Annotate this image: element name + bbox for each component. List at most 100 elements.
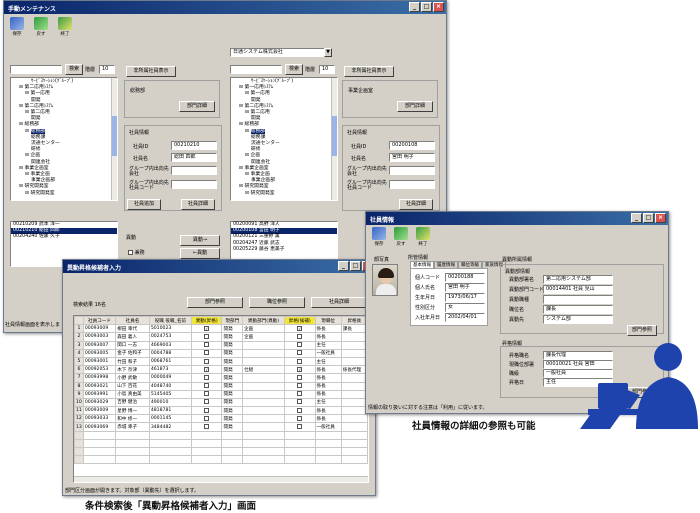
grid-checkbox[interactable] — [204, 358, 210, 364]
info-field[interactable]: システム部 — [543, 315, 613, 324]
info-field[interactable] — [543, 295, 613, 304]
grid-checkbox[interactable] — [204, 374, 210, 380]
save-tool[interactable]: 保存 — [370, 227, 388, 247]
grid-cell[interactable]: 係長 — [314, 365, 342, 375]
grid-cell[interactable]: 星野 博一 — [115, 406, 150, 416]
grid-cell[interactable] — [340, 332, 368, 342]
table-row[interactable] — [74, 446, 368, 457]
grid-cell[interactable]: 小島 真由美 — [115, 389, 150, 399]
table-row[interactable]: 6 00092053 木下 奈津 461873 ✓ 開発 仕組 ✓ 係長 係長代理 — [74, 365, 368, 375]
grid-header[interactable]: 役職 役職_名前 — [148, 316, 192, 326]
grid-cell[interactable] — [340, 356, 368, 367]
grid-cell[interactable] — [340, 397, 368, 408]
grid-cell[interactable]: 係長 — [314, 414, 342, 424]
grid-cell[interactable] — [190, 373, 223, 383]
grid-header[interactable]: 異動部門(異動) — [242, 316, 285, 326]
table-row[interactable]: 8 00093021 山下 百花 4048740 開発 係長 — [74, 381, 368, 391]
grid-cell[interactable] — [283, 381, 316, 391]
grid-checkbox[interactable] — [204, 415, 210, 421]
grid-cell[interactable] — [190, 397, 223, 408]
position-ref-button[interactable]: 職位参照 — [249, 297, 305, 308]
grid-cell[interactable]: 4048740 — [148, 381, 192, 391]
grid-cell[interactable]: 仕組 — [242, 365, 285, 375]
grid-cell[interactable] — [283, 406, 316, 416]
table-row[interactable]: 1 00093009 柳田 幸代 5010023 ✓ 開発 企画 ✓ 係長 課長 — [74, 324, 368, 334]
grid-cell[interactable]: 竹田 和子 — [115, 356, 150, 367]
left-add-emp-button[interactable]: 社員追加 — [127, 199, 161, 210]
grid-cell[interactable] — [340, 389, 368, 399]
right-org-tree[interactable]: ｻｰﾋﾞｽｹｰｼｮﾝ(ｸﾞﾙｰﾌﾟ) ⊟ 第一応用ｼｽﾃﾑ ⊟ 第一応用 開発 ⊟ 第… — [230, 77, 338, 201]
grid-cell[interactable] — [190, 422, 223, 432]
right-emp-detail-button[interactable]: 社員詳細 — [399, 199, 433, 210]
grid-cell[interactable]: 4818781 — [148, 406, 192, 416]
grid-header[interactable]: 社員名 — [115, 316, 150, 326]
right-search-input[interactable] — [230, 65, 282, 74]
grid-cell[interactable]: 00093029 — [82, 397, 117, 408]
tree-node[interactable]: ⊟ 研究開発室 — [233, 191, 335, 197]
grid-checkbox[interactable] — [204, 407, 210, 413]
grid-cell[interactable]: 企画 — [242, 324, 285, 334]
left-retire-button[interactable]: 非所属社員表示 — [126, 66, 176, 77]
grid-cell[interactable]: 赤城 幸子 — [115, 422, 150, 432]
grid-cell[interactable]: 課長 — [340, 324, 368, 334]
grid-cell[interactable]: 金子 佐和子 — [115, 348, 150, 358]
grid-cell[interactable] — [190, 381, 223, 391]
grid-cell[interactable]: 00093069 — [82, 422, 117, 432]
grid-cell[interactable]: 0001145 — [148, 414, 192, 424]
grid-cell[interactable]: 一般社員 — [314, 422, 342, 432]
grid-checkbox[interactable] — [297, 358, 303, 364]
grid-cell[interactable] — [242, 397, 285, 408]
grid-cell[interactable] — [283, 397, 316, 408]
grid-checkbox[interactable] — [297, 342, 303, 348]
grid-checkbox[interactable] — [204, 342, 210, 348]
table-row[interactable]: 5 00093001 竹田 和子 0068761 開発 主任 — [74, 356, 368, 367]
tab-item[interactable]: 履歴情報 — [434, 261, 458, 268]
table-row[interactable]: 10 00093029 吉野 健治 490010 開発 主任 — [74, 397, 368, 408]
grid-cell[interactable]: 一般社員 — [314, 348, 342, 358]
grid-header[interactable]: 異動(昇格) — [190, 316, 223, 326]
grid-checkbox[interactable] — [297, 383, 303, 389]
grid-cell[interactable] — [283, 356, 316, 367]
grid-cell[interactable]: 00093991 — [82, 389, 117, 399]
grid-cell[interactable] — [283, 414, 316, 424]
right-level-select[interactable]: 10 — [319, 65, 335, 74]
tree-node[interactable]: ⊟ 研究開発室 — [13, 191, 115, 197]
save-tool[interactable]: 保存 — [8, 17, 26, 37]
exit-tool[interactable]: 終了 — [414, 227, 432, 247]
grid-cell[interactable] — [242, 356, 285, 367]
grid-cell[interactable]: 開発 — [221, 324, 244, 334]
grid-cell[interactable] — [242, 422, 285, 432]
tab-item[interactable]: 基本情報 — [410, 261, 434, 268]
grid-cell[interactable] — [340, 414, 368, 424]
dept-ref-button[interactable]: 部門参照 — [187, 297, 243, 308]
grid-cell[interactable]: 00093009 — [82, 324, 117, 334]
right-tree-scrollbar[interactable] — [331, 78, 337, 200]
grid-cell[interactable] — [340, 348, 368, 358]
grid-cell[interactable]: 00093998 — [82, 373, 117, 383]
grid-cell[interactable] — [242, 414, 285, 424]
grid-checkbox[interactable] — [204, 424, 210, 430]
grid-cell[interactable]: 3484482 — [148, 422, 192, 432]
grid-cell[interactable]: 主任 — [314, 397, 342, 408]
company-dropdown-icon[interactable]: ▼ — [324, 48, 332, 57]
grid-header[interactable]: 現職位 — [314, 316, 342, 326]
grid-cell[interactable]: 00093007 — [82, 340, 117, 350]
grid-cell[interactable]: 開発 — [221, 340, 244, 350]
grid-cell[interactable]: 山下 百花 — [115, 381, 150, 391]
grid-checkbox[interactable] — [297, 407, 303, 413]
table-row[interactable] — [74, 430, 368, 440]
close-button[interactable]: × — [655, 213, 666, 223]
grid-cell[interactable] — [190, 340, 223, 350]
concurrent-check[interactable]: 兼務 — [128, 249, 145, 256]
grid-cell[interactable] — [190, 389, 223, 399]
grid-checkbox[interactable] — [297, 424, 303, 430]
grid-cell[interactable]: 00093009 — [82, 406, 117, 416]
grid-cell[interactable]: 吉野 健治 — [115, 397, 150, 408]
grid-cell[interactable]: 開発 — [221, 373, 244, 383]
grid-cell[interactable]: 00093005 — [82, 348, 117, 358]
grid-cell[interactable]: 4669003 — [148, 340, 192, 350]
grid-cell[interactable]: 開発 — [221, 332, 244, 342]
grid-cell[interactable] — [340, 340, 368, 350]
grid-cell[interactable] — [242, 348, 285, 358]
grid-h-scrollbar[interactable] — [74, 476, 368, 482]
